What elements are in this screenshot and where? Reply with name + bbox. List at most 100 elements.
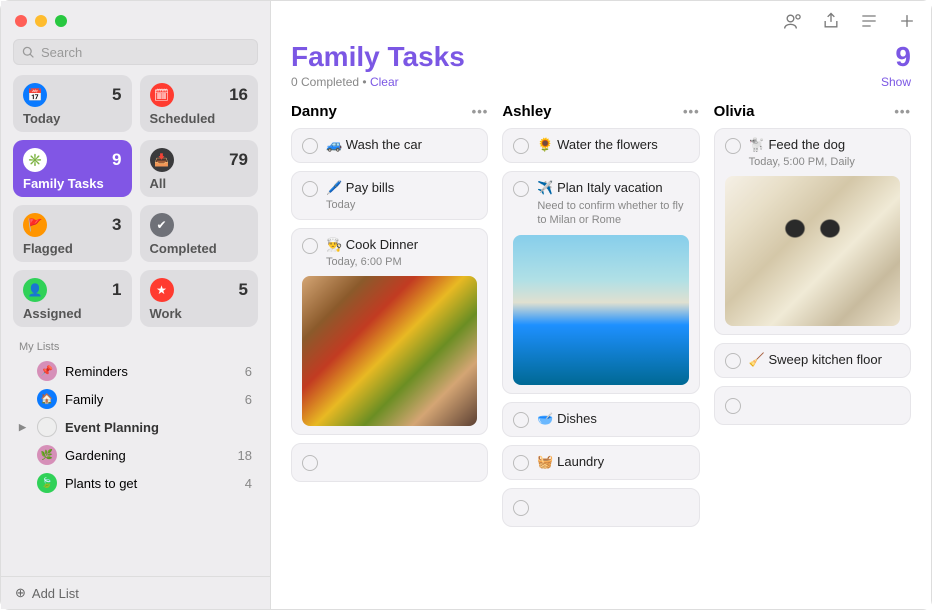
smart-list-flagged[interactable]: 🚩 3 Flagged (13, 205, 132, 262)
flagged-icon: 🚩 (23, 213, 47, 237)
window-controls (1, 1, 270, 35)
task-subtitle: Today, 6:00 PM (326, 256, 477, 268)
complete-radio[interactable] (725, 398, 741, 414)
complete-radio[interactable] (302, 138, 318, 154)
completed-count-text: 0 Completed (291, 75, 359, 89)
complete-radio[interactable] (513, 138, 529, 154)
complete-radio[interactable] (302, 181, 318, 197)
completed-icon: ✔ (150, 213, 174, 237)
list-row-event-planning[interactable]: ▶Event Planning (11, 413, 260, 441)
folder-icon (37, 417, 57, 437)
complete-radio[interactable] (513, 455, 529, 471)
list-row-family[interactable]: 🏠Family6 (11, 385, 260, 413)
share-icon[interactable] (821, 11, 841, 31)
view-options-icon[interactable] (859, 11, 879, 31)
list-label: Event Planning (65, 420, 159, 435)
task-title: 🖊️ Pay bills (326, 180, 477, 197)
smart-label: Family Tasks (23, 176, 122, 191)
task-title: 🧹 Sweep kitchen floor (749, 352, 900, 369)
smart-label: Completed (150, 241, 249, 256)
list-icon: 🌿 (37, 445, 57, 465)
clear-button[interactable]: Clear (370, 75, 399, 89)
complete-radio[interactable] (513, 181, 529, 197)
smart-list-scheduled[interactable]: 🗓 16 Scheduled (140, 75, 259, 132)
smart-count: 79 (229, 150, 248, 170)
complete-radio[interactable] (302, 238, 318, 254)
complete-radio[interactable] (302, 455, 318, 471)
complete-radio[interactable] (513, 412, 529, 428)
family-tasks-icon: ✳️ (23, 148, 47, 172)
minimize-window-button[interactable] (35, 15, 47, 27)
all-icon: 📥 (150, 148, 174, 172)
task-image (725, 176, 900, 326)
smart-lists-grid: 📅 5 Today 🗓 16 Scheduled ✳️ 9 Family Tas… (1, 75, 270, 339)
smart-list-family-tasks[interactable]: ✳️ 9 Family Tasks (13, 140, 132, 197)
add-list-label: Add List (32, 586, 79, 601)
task-image (302, 276, 477, 426)
task-card[interactable]: 🖊️ Pay bills Today (291, 171, 488, 220)
list-title: Family Tasks (291, 41, 465, 73)
work-icon: ★ (150, 278, 174, 302)
task-card[interactable]: 🧺 Laundry (502, 445, 699, 480)
my-lists-header: My Lists (1, 339, 270, 357)
smart-label: Flagged (23, 241, 122, 256)
column-more-button[interactable]: ••• (894, 104, 911, 119)
show-button[interactable]: Show (881, 75, 911, 89)
smart-list-work[interactable]: ★ 5 Work (140, 270, 259, 327)
new-task-placeholder[interactable] (502, 488, 699, 527)
smart-count: 9 (112, 150, 121, 170)
list-count: 6 (245, 392, 252, 407)
list-row-gardening[interactable]: 🌿Gardening18 (11, 441, 260, 469)
column-header: Danny ••• (291, 103, 488, 120)
complete-radio[interactable] (725, 138, 741, 154)
task-title: 🥣 Dishes (537, 411, 688, 428)
list-row-plants[interactable]: 🍃Plants to get4 (11, 469, 260, 497)
toolbar (271, 1, 931, 37)
task-card[interactable]: 🚙 Wash the car (291, 128, 488, 163)
maximize-window-button[interactable] (55, 15, 67, 27)
list-icon: 🏠 (37, 389, 57, 409)
column-header: Olivia ••• (714, 103, 911, 120)
close-window-button[interactable] (15, 15, 27, 27)
task-card[interactable]: 🐩 Feed the dog Today, 5:00 PM, Daily (714, 128, 911, 335)
today-icon: 📅 (23, 83, 47, 107)
smart-list-completed[interactable]: ✔ Completed (140, 205, 259, 262)
smart-list-all[interactable]: 📥 79 All (140, 140, 259, 197)
task-title: 🧺 Laundry (537, 454, 688, 471)
assignee-name: Olivia (714, 103, 755, 120)
complete-radio[interactable] (513, 500, 529, 516)
list-subheader: 0 Completed • Clear Show (271, 75, 931, 103)
task-title: ✈️ Plan Italy vacation (537, 180, 688, 197)
smart-label: Work (150, 306, 249, 321)
column-danny: Danny ••• 🚙 Wash the car 🖊️ Pay bills To… (291, 103, 488, 595)
new-task-placeholder[interactable] (714, 386, 911, 425)
collaborate-icon[interactable] (783, 11, 803, 31)
separator: • (362, 75, 370, 89)
smart-count: 3 (112, 215, 121, 235)
column-more-button[interactable]: ••• (683, 104, 700, 119)
task-note: Need to confirm whether to fly to Milan … (537, 199, 688, 228)
plus-icon: ⊕ (15, 585, 26, 601)
my-lists: 📌Reminders6🏠Family6▶Event Planning🌿Garde… (1, 357, 270, 576)
column-more-button[interactable]: ••• (472, 104, 489, 119)
add-reminder-icon[interactable] (897, 11, 917, 31)
task-card[interactable]: 👨‍🍳 Cook Dinner Today, 6:00 PM (291, 228, 488, 435)
smart-list-assigned[interactable]: 👤 1 Assigned (13, 270, 132, 327)
add-list-button[interactable]: ⊕ Add List (1, 576, 270, 609)
task-title: 🌻 Water the flowers (537, 137, 688, 154)
task-card[interactable]: 🌻 Water the flowers (502, 128, 699, 163)
task-card[interactable]: 🥣 Dishes (502, 402, 699, 437)
smart-list-today[interactable]: 📅 5 Today (13, 75, 132, 132)
new-task-placeholder[interactable] (291, 443, 488, 482)
task-subtitle: Today (326, 199, 477, 211)
columns-container: Danny ••• 🚙 Wash the car 🖊️ Pay bills To… (271, 103, 931, 609)
column-header: Ashley ••• (502, 103, 699, 120)
task-card[interactable]: 🧹 Sweep kitchen floor (714, 343, 911, 378)
list-row-reminders[interactable]: 📌Reminders6 (11, 357, 260, 385)
search-placeholder: Search (41, 45, 82, 60)
complete-radio[interactable] (725, 353, 741, 369)
task-card[interactable]: ✈️ Plan Italy vacation Need to confirm w… (502, 171, 699, 394)
smart-count: 1 (112, 280, 121, 300)
list-icon: 🍃 (37, 473, 57, 493)
search-input[interactable]: Search (13, 39, 258, 65)
